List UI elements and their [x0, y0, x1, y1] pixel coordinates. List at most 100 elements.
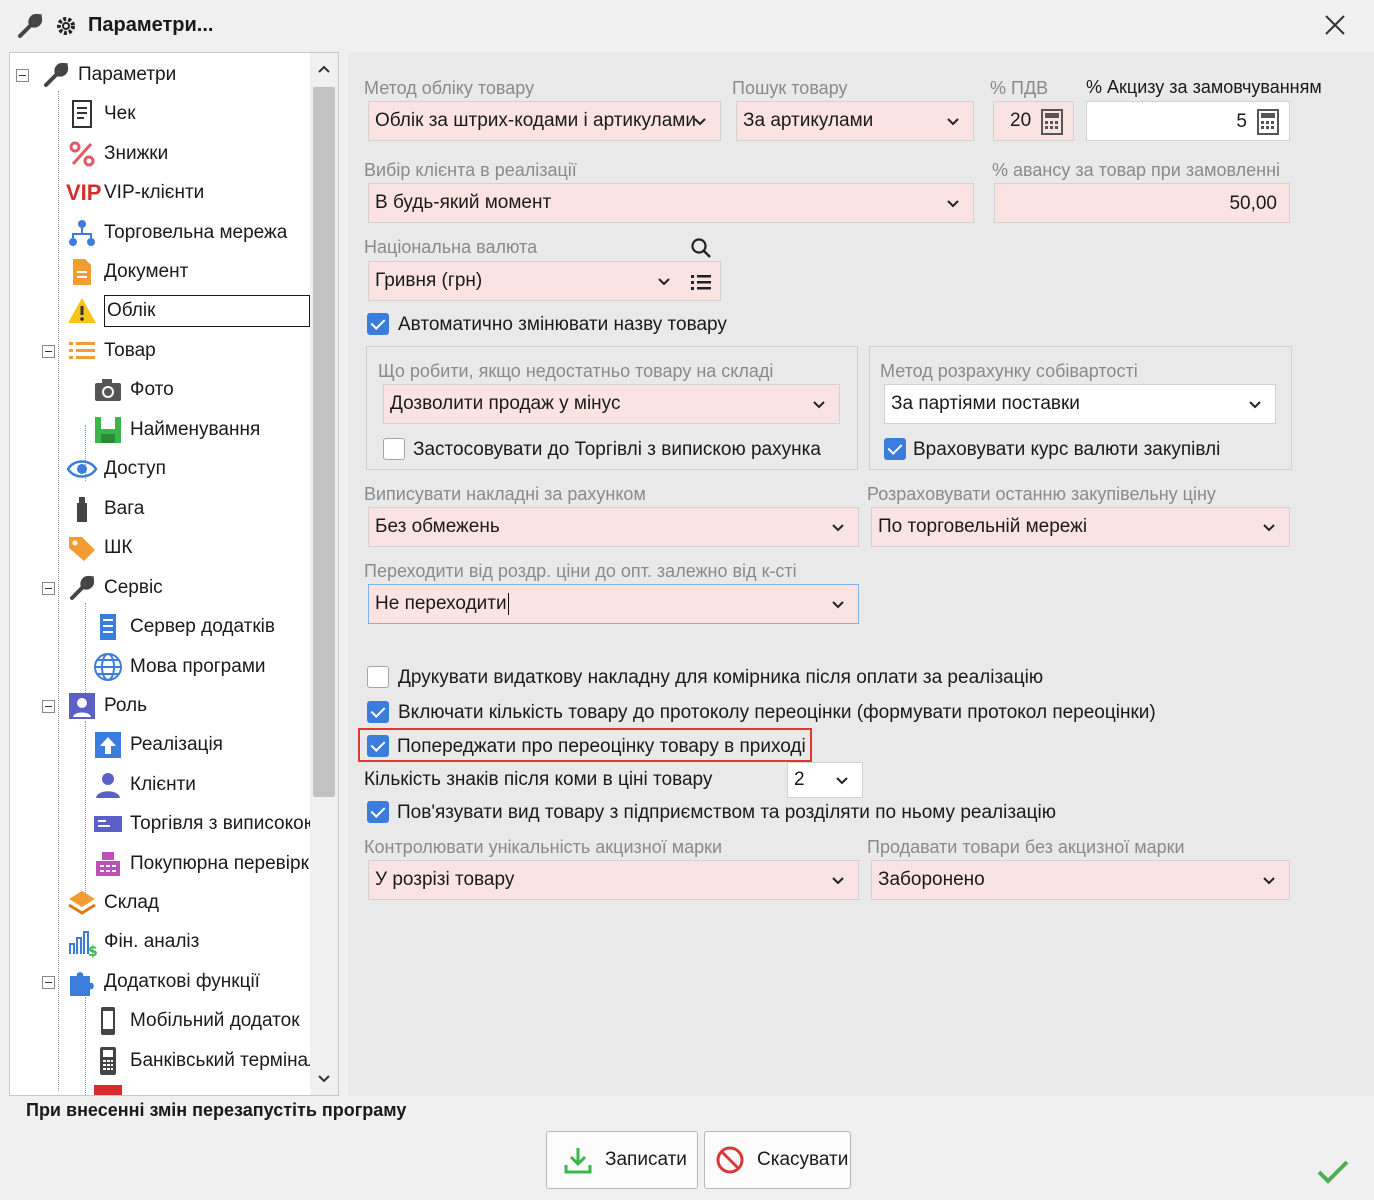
tree-item-discounts[interactable]: Знижки	[66, 136, 168, 172]
client-choice-label: Вибір клієнта в реалізації	[364, 160, 577, 180]
decimals-label: Кількість знаків після коми в ціні товар…	[364, 769, 713, 790]
chevron-down-icon	[1263, 524, 1275, 532]
scroll-up-icon[interactable]	[316, 61, 332, 77]
tree-item-naming[interactable]: Найменування	[92, 412, 260, 448]
percent-icon	[69, 141, 95, 167]
invoices-label: Виписувати накладні за рахунком	[364, 484, 646, 504]
collapse-toggle[interactable]	[16, 69, 29, 82]
tree-item-vip-clients[interactable]: VIP VIP-клієнти	[66, 175, 204, 211]
last-purchase-select[interactable]: По торговельній мережі	[871, 507, 1290, 547]
insufficient-stock-select[interactable]: Дозволити продаж у мінус	[383, 384, 840, 424]
calculator-icon[interactable]	[1041, 109, 1063, 135]
tree-scrollbar[interactable]	[310, 53, 338, 1095]
chevron-down-icon	[832, 601, 844, 609]
product-search-label: Пошук товару	[732, 78, 848, 98]
warn-revaluation-checkbox[interactable]	[367, 735, 389, 757]
puzzle-icon	[70, 972, 94, 996]
tree-item-scale[interactable]: Вага	[66, 491, 144, 527]
print-invoice-label: Друкувати видаткову накладну для комірни…	[398, 667, 1044, 688]
tree-item-access[interactable]: Доступ	[66, 451, 166, 487]
download-icon	[564, 1148, 592, 1174]
price-switch-select[interactable]: Не переходити	[368, 584, 859, 624]
advance-input[interactable]: 50,00	[994, 183, 1290, 223]
tree-item-document[interactable]: Документ	[66, 254, 188, 290]
apply-to-invoice-trade-checkbox[interactable]	[383, 438, 405, 460]
tree-item-warehouse[interactable]: Склад	[66, 885, 159, 921]
include-qty-checkbox[interactable]	[367, 701, 389, 723]
tree-item-extra-functions[interactable]: Додаткові функції	[66, 964, 260, 1000]
tree-item-role[interactable]: Роль	[66, 688, 147, 724]
scroll-down-icon[interactable]	[316, 1071, 332, 1087]
eye-icon	[66, 460, 98, 478]
check-icon	[1317, 1160, 1349, 1184]
tree-item-parameters[interactable]: Параметри	[40, 57, 176, 93]
sell-no-excise-select[interactable]: Заборонено	[871, 860, 1290, 900]
tree-item-finance[interactable]: $ Фін. аналіз	[66, 924, 199, 960]
globe-icon	[94, 653, 122, 681]
person-icon	[96, 773, 120, 798]
tree-item-barcode[interactable]: ШК	[66, 530, 132, 566]
tree-item-trade-network[interactable]: Торговельна мережа	[66, 215, 287, 251]
purchase-rate-label: Враховувати курс валюти закупівлі	[913, 439, 1221, 460]
layers-icon	[68, 891, 96, 915]
calculator-icon[interactable]	[1257, 109, 1279, 135]
restart-note: При внесенні змін перезапустіть програму	[26, 1100, 407, 1120]
product-search-select[interactable]: За артикулами	[736, 101, 974, 141]
chevron-down-icon	[832, 524, 844, 532]
print-invoice-checkbox[interactable]	[367, 666, 389, 688]
cancel-icon	[716, 1146, 744, 1174]
chevron-down-icon	[832, 877, 844, 885]
purchase-rate-checkbox[interactable]	[884, 438, 906, 460]
save-button[interactable]: Записати	[546, 1131, 698, 1189]
tree-item-receipt[interactable]: Чек	[66, 96, 136, 132]
tree-item-product[interactable]: Товар	[66, 333, 156, 369]
tree-item-bank-terminal[interactable]: Банківський термінал	[92, 1043, 319, 1079]
excise-control-select[interactable]: У розрізі товару	[368, 860, 859, 900]
tree-item-photo[interactable]: Фото	[92, 372, 174, 408]
excise-label: % Акцизу за замовчуванням	[1086, 77, 1322, 97]
phone-icon	[101, 1007, 115, 1035]
scroll-thumb[interactable]	[313, 87, 335, 797]
link-type-checkbox[interactable]	[367, 801, 389, 823]
window-title: Параметри...	[88, 14, 214, 36]
accounting-method-label: Метод обліку товару	[364, 78, 535, 98]
chevron-down-icon	[1263, 877, 1275, 885]
collapse-toggle[interactable]	[42, 976, 55, 989]
list-icon[interactable]	[690, 271, 712, 293]
tree-item-clients[interactable]: Клієнти	[92, 767, 196, 803]
apply-to-invoice-trade-label: Застосовувати до Торгівлі з випискою рах…	[413, 439, 821, 460]
cancel-button[interactable]: Скасувати	[704, 1131, 851, 1189]
collapse-toggle[interactable]	[42, 582, 55, 595]
naming-icon	[95, 417, 121, 443]
price-switch-label: Переходити від роздр. ціни до опт. залеж…	[364, 561, 797, 581]
decimals-select[interactable]: 2	[787, 762, 863, 798]
excise-input[interactable]: 5	[1086, 101, 1290, 141]
list-icon	[69, 342, 95, 359]
tree-item-sales[interactable]: Реалізація	[92, 727, 223, 763]
tree-item-accounting[interactable]: Облік	[66, 293, 310, 329]
chart-dollar-icon: $	[69, 931, 98, 958]
auto-rename-checkbox[interactable]	[367, 313, 389, 335]
tree-item-mobile-app[interactable]: Мобільний додаток	[92, 1003, 300, 1039]
client-choice-select[interactable]: В будь-який момент	[368, 183, 974, 223]
weight-icon	[77, 497, 87, 522]
tree-item-app-server[interactable]: Сервер додатків	[92, 609, 275, 645]
tree-item-invoice-trade[interactable]: Торгівля з виписокою	[92, 806, 318, 842]
tree-item-language[interactable]: Мова програми	[92, 649, 266, 685]
settings-tree[interactable]: Параметри Чек Знижки VIP VIP-клієнти Тор…	[9, 52, 339, 1096]
currency-select[interactable]: Гривня (грн)	[368, 261, 721, 301]
currency-label: Національна валюта	[364, 237, 538, 257]
invoices-select[interactable]: Без обмежень	[368, 507, 859, 547]
collapse-toggle[interactable]	[42, 345, 55, 358]
svg-text:$: $	[88, 944, 98, 958]
tree-item-banknote-check[interactable]: Покупюрна перевірка	[92, 846, 320, 882]
chevron-down-icon	[836, 777, 848, 785]
close-icon[interactable]	[1322, 12, 1348, 38]
vat-input[interactable]: 20	[993, 101, 1074, 141]
cost-method-select[interactable]: За партіями поставки	[884, 384, 1276, 424]
search-icon[interactable]	[690, 237, 712, 259]
tree-item-service[interactable]: Сервіс	[66, 570, 163, 606]
collapse-toggle[interactable]	[42, 700, 55, 713]
accounting-method-select[interactable]: Облік за штрих-кодами і артикулами	[368, 101, 721, 141]
auto-rename-label: Автоматично змінювати назву товару	[398, 314, 727, 335]
